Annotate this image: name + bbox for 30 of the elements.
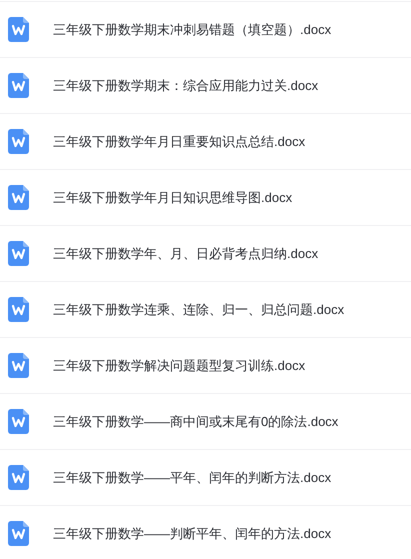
file-name: 三年级下册数学——平年、闰年的判断方法.docx <box>53 468 332 487</box>
word-document-icon <box>8 297 29 322</box>
file-row[interactable]: 三年级下册数学——平年、闰年的判断方法.docx <box>0 449 411 505</box>
file-name: 三年级下册数学年、月、日必背考点归纳.docx <box>53 244 318 263</box>
file-row[interactable]: 三年级下册数学——判断平年、闰年的方法.docx <box>0 505 411 559</box>
word-document-icon <box>8 17 29 42</box>
file-row[interactable]: 三年级下册数学——商中间或末尾有0的除法.docx <box>0 393 411 449</box>
word-document-icon <box>8 409 29 434</box>
word-document-icon <box>8 521 29 546</box>
file-name: 三年级下册数学连乘、连除、归一、归总问题.docx <box>53 300 344 319</box>
word-document-icon <box>8 129 29 154</box>
file-row[interactable]: 三年级下册数学年月日知识思维导图.docx <box>0 169 411 225</box>
word-document-icon <box>8 465 29 490</box>
file-name: 三年级下册数学期末：综合应用能力过关.docx <box>53 76 318 95</box>
file-name: 三年级下册数学——商中间或末尾有0的除法.docx <box>53 412 338 431</box>
file-name: 三年级下册数学——判断平年、闰年的方法.docx <box>53 524 332 543</box>
file-row[interactable]: 三年级下册数学期末冲刺易错题（填空题）.docx <box>0 1 411 57</box>
word-document-icon <box>8 73 29 98</box>
file-row[interactable]: 三年级下册数学年月日重要知识点总结.docx <box>0 113 411 169</box>
file-row[interactable]: 三年级下册数学期末：综合应用能力过关.docx <box>0 57 411 113</box>
word-document-icon <box>8 185 29 210</box>
file-name: 三年级下册数学期末冲刺易错题（填空题）.docx <box>53 20 332 39</box>
file-row[interactable]: 三年级下册数学解决问题题型复习训练.docx <box>0 337 411 393</box>
word-document-icon <box>8 241 29 266</box>
file-row[interactable]: 三年级下册数学连乘、连除、归一、归总问题.docx <box>0 281 411 337</box>
file-row[interactable]: 三年级下册数学年、月、日必背考点归纳.docx <box>0 225 411 281</box>
file-name: 三年级下册数学年月日知识思维导图.docx <box>53 188 292 207</box>
word-document-icon <box>8 353 29 378</box>
file-name: 三年级下册数学年月日重要知识点总结.docx <box>53 132 306 151</box>
file-name: 三年级下册数学解决问题题型复习训练.docx <box>53 356 306 375</box>
